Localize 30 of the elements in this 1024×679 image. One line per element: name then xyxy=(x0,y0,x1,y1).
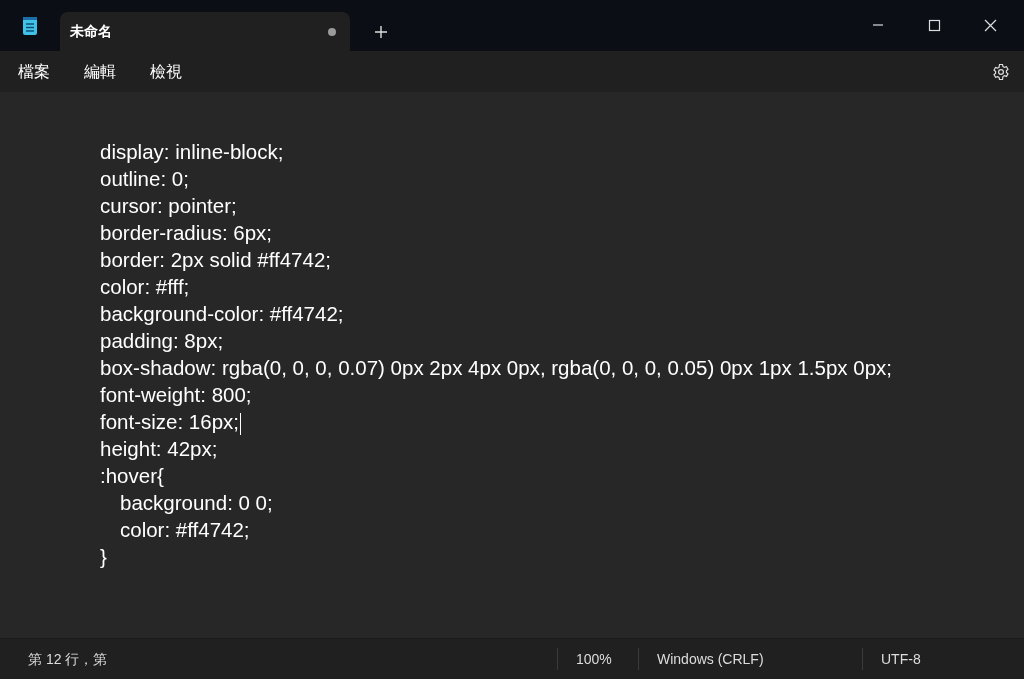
settings-icon[interactable] xyxy=(992,62,1010,81)
line-ending: Windows (CRLF) xyxy=(656,649,765,669)
code-line: padding: 8px; xyxy=(100,328,224,354)
code-line: color: #fff; xyxy=(100,274,190,300)
code-line: background: 0 0; xyxy=(120,490,273,516)
code-line: :hover{ xyxy=(100,463,164,489)
notepad-icon[interactable] xyxy=(22,15,38,36)
add-tab-icon[interactable] xyxy=(374,24,388,39)
menu-item[interactable]: 編輯 xyxy=(76,57,124,86)
code-line: background-color: #ff4742; xyxy=(100,301,344,327)
encoding: UTF-8 xyxy=(880,649,922,669)
code-line: cursor: pointer; xyxy=(100,193,237,219)
code-line: outline: 0; xyxy=(100,166,189,192)
cursor-position: 第 12 行，第 xyxy=(27,649,109,669)
code-line: border: 2px solid #ff4742; xyxy=(100,247,331,273)
code-line: color: #ff4742; xyxy=(120,517,250,543)
document-tab[interactable]: 未命名 xyxy=(60,12,350,51)
code-line: font-weight: 800; xyxy=(100,382,252,408)
zoom-level: 100% xyxy=(575,649,613,669)
code-line: font-size: 16px; xyxy=(100,409,239,435)
code-line: border-radius: 6px; xyxy=(100,220,273,246)
close-icon[interactable] xyxy=(983,19,997,32)
code-line: display: inline-block; xyxy=(100,139,284,165)
tab-title: 未命名 xyxy=(70,22,113,41)
menu-item[interactable]: 檢視 xyxy=(142,57,190,86)
menu-item[interactable]: 檔案 xyxy=(10,57,58,86)
code-line: box-shadow: rgba(0, 0, 0, 0.07) 0px 2px 4px 0px, rgba(0, 0, 0, 0.05) 0px 1px 1.5px 0px; xyxy=(100,355,892,381)
code-line: height: 42px; xyxy=(100,436,218,462)
maximize-icon[interactable] xyxy=(927,19,941,32)
code-line: } xyxy=(100,544,107,570)
